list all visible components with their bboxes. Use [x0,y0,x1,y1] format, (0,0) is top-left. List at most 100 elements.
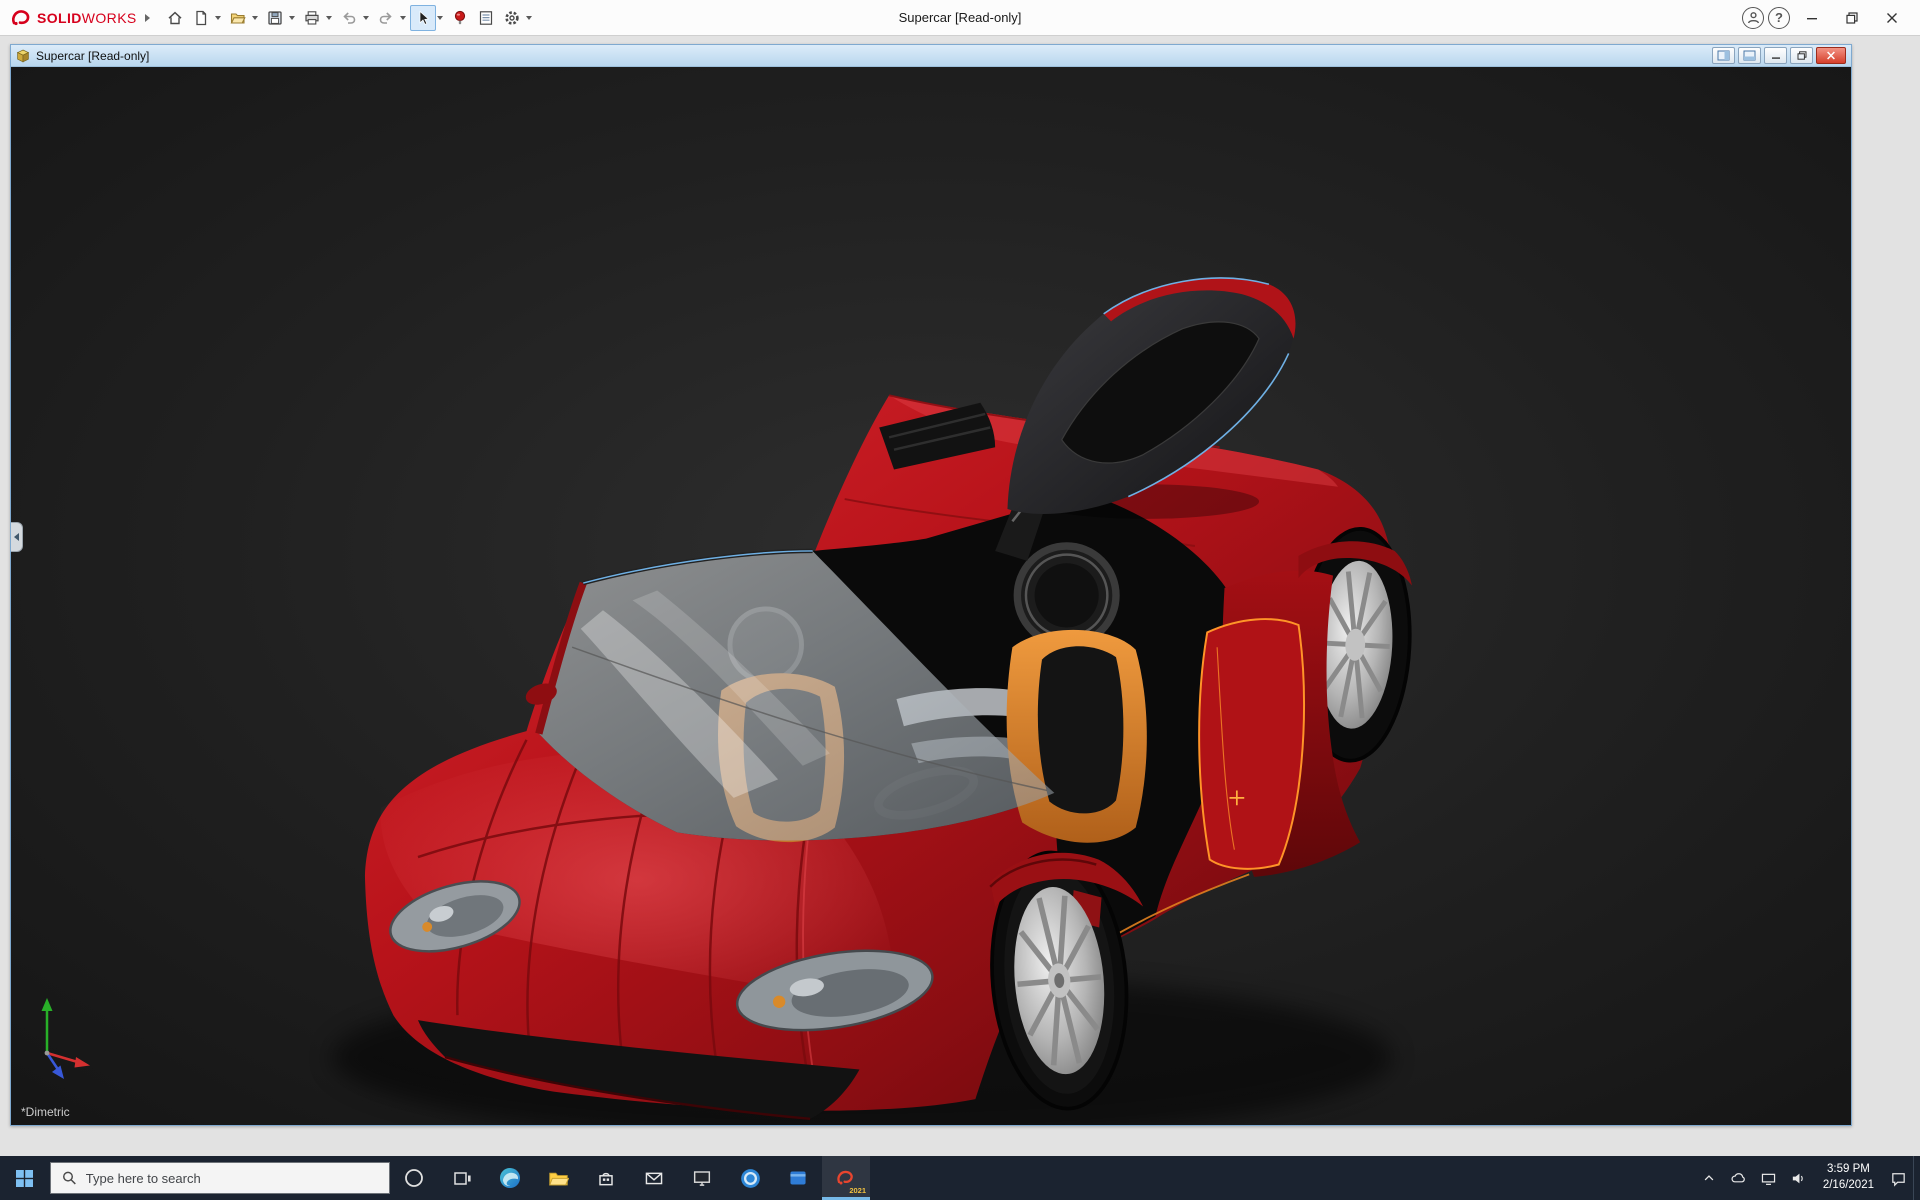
clock-time: 3:59 PM [1827,1163,1870,1176]
undo-button[interactable] [336,5,362,31]
taskbar-app-monitor[interactable] [678,1156,726,1200]
action-center-icon [1891,1172,1905,1187]
redo-button[interactable] [373,5,399,31]
app-maximize-button[interactable] [1834,3,1870,33]
desktop: SOLIDWORKS Supercar [Read-only] ? Superc… [0,0,1920,1200]
undo-caret-icon[interactable] [362,15,369,20]
new-document-button[interactable] [188,5,214,31]
select-caret-icon[interactable] [436,15,443,20]
options-gear-icon [504,10,519,25]
taskbar: 2021 [0,1156,1920,1200]
appearance-button[interactable] [447,5,473,31]
doc-minimize-button[interactable] [1764,47,1787,64]
chevron-up-icon [1704,1175,1714,1181]
select-tool-button[interactable] [409,4,436,31]
taskbar-search[interactable] [50,1162,390,1194]
store-icon [599,1172,613,1186]
task-view-icon [453,1171,471,1185]
options-caret-icon[interactable] [525,15,532,20]
selected-door-panel[interactable] [1198,618,1306,870]
new-document-caret-icon[interactable] [214,15,221,20]
view-orientation-label: *Dimetric [21,1105,70,1119]
open-button[interactable] [225,5,251,31]
open-caret-icon[interactable] [251,15,258,20]
appearance-sphere-icon [454,10,465,24]
print-caret-icon[interactable] [325,15,332,20]
file-properties-button[interactable] [473,5,499,31]
save-button[interactable] [262,5,288,31]
doc-close-icon [1827,51,1835,60]
home-button[interactable] [162,5,188,31]
taskbar-app-window[interactable] [774,1156,822,1200]
task-view-button[interactable] [438,1156,486,1200]
app-title-bar: SOLIDWORKS Supercar [Read-only] ? [0,0,1920,36]
viewport-canvas[interactable] [11,67,1851,1125]
display-pane-icon [1717,50,1730,61]
minimize-icon [1807,17,1817,19]
show-desktop-button[interactable] [1913,1156,1920,1200]
preview-pane-icon [1743,50,1756,61]
collapse-arrow-icon [14,533,19,541]
maximize-icon [1846,11,1858,24]
search-icon [63,1171,76,1185]
orientation-triad [41,998,90,1079]
clock-date: 2/16/2021 [1822,1179,1874,1191]
taskbar-app-solidworks[interactable]: 2021 [822,1156,870,1200]
solidworks-version-badge: 2021 [849,1186,866,1195]
graphics-viewport[interactable]: *Dimetric [11,67,1851,1125]
file-explorer-icon [548,1172,569,1185]
save-caret-icon[interactable] [288,15,295,20]
doc-minimize-icon [1771,57,1780,59]
media-app-icon [740,1168,760,1188]
start-button[interactable] [0,1156,48,1200]
windows-logo-icon [15,1169,33,1187]
account-button[interactable] [1742,6,1764,29]
system-tray: 3:59 PM 2/16/2021 [1694,1156,1920,1200]
taskbar-clock[interactable]: 3:59 PM 2/16/2021 [1814,1156,1883,1200]
brand-name: SOLIDWORKS [37,9,137,26]
display-pane-button[interactable] [1712,47,1735,64]
toolbar-expander-icon[interactable] [144,13,150,22]
mdi-area: Supercar [Read-only] *Dimetric [0,36,1920,1156]
edge-icon [499,1167,521,1189]
featuremanager-collapse-tab[interactable] [11,522,23,552]
action-center-button[interactable] [1883,1156,1913,1200]
taskbar-app-mail[interactable] [630,1156,678,1200]
help-button[interactable]: ? [1768,6,1790,29]
app-close-button[interactable] [1874,3,1910,33]
app-title: Supercar [Read-only] [898,10,1022,25]
save-icon [268,10,282,25]
taskbar-app-edge[interactable] [486,1156,534,1200]
taskbar-app-file-explorer[interactable] [534,1156,582,1200]
search-input[interactable] [85,1170,378,1186]
app-minimize-button[interactable] [1794,3,1830,33]
part-cube-icon [16,49,30,62]
volume-icon [1793,1173,1804,1183]
person-icon [1747,12,1759,24]
doc-restore-button[interactable] [1790,47,1813,64]
new-document-icon [196,10,206,25]
cortana-button[interactable] [390,1156,438,1200]
tray-volume-button[interactable] [1784,1156,1814,1200]
home-icon [168,11,182,24]
taskbar-app-store[interactable] [582,1156,630,1200]
redo-icon [379,11,392,24]
window-app-icon [790,1171,806,1185]
select-cursor-icon [419,10,429,25]
preview-pane-button[interactable] [1738,47,1761,64]
taskbar-app-media[interactable] [726,1156,774,1200]
redo-caret-icon[interactable] [399,15,406,20]
doc-restore-icon [1797,51,1806,60]
doc-close-button[interactable] [1816,47,1846,64]
open-folder-icon [230,12,246,24]
solidworks-logo: SOLIDWORKS [10,8,137,28]
document-title-bar[interactable]: Supercar [Read-only] [11,45,1851,67]
monitor-app-icon [693,1171,711,1186]
tray-network-button[interactable] [1754,1156,1784,1200]
cloud-icon [1731,1172,1746,1182]
options-button[interactable] [499,5,525,31]
help-icon: ? [1775,10,1783,25]
tray-chevron-button[interactable] [1694,1156,1724,1200]
tray-cloud-button[interactable] [1724,1156,1754,1200]
print-button[interactable] [299,5,325,31]
